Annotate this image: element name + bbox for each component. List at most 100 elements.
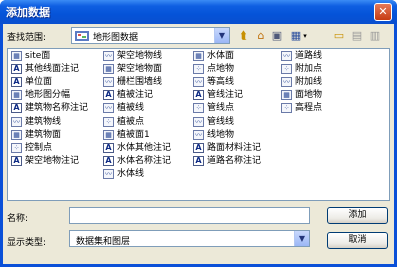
file-list-item[interactable]: A 其他线面注记 xyxy=(11,64,106,76)
database-folder-icon xyxy=(75,31,89,41)
file-list-item[interactable]: 〰架空地物线 xyxy=(103,51,198,63)
file-list-item[interactable]: A 路面材料注记 xyxy=(193,142,288,155)
file-list-item-label: 植被注记 xyxy=(117,90,154,101)
file-list-item-label: 架空地物线 xyxy=(117,51,163,61)
file-list-item[interactable]: 〰附加线 xyxy=(281,77,376,89)
polyline-layer-icon: 〰 xyxy=(103,77,114,88)
file-list-item-label: 等高线 xyxy=(207,77,235,88)
file-list-item[interactable]: A 架空地物注记 xyxy=(11,155,106,168)
file-list-item-label: 管线注记 xyxy=(207,90,244,101)
file-list-item[interactable]: 〰植被线 xyxy=(103,103,198,115)
file-list-item[interactable]: ⁘ 高程点 xyxy=(281,103,376,115)
file-list-item[interactable]: ▦ site面 xyxy=(11,51,106,63)
name-input[interactable] xyxy=(69,207,310,224)
annotation-layer-icon: A xyxy=(193,90,204,101)
file-list-item[interactable]: A 水体其他注记 xyxy=(103,142,198,155)
add-data-dialog: 添加数据 ✕ 查找范围: 地形图数据 ▼ ⮬ ⌂ ▣ ▦ ▾ ▭ ▤ ▥ ▦ si… xyxy=(0,0,397,267)
file-list-item-label: 建筑物线 xyxy=(25,116,62,127)
annotation-layer-icon: A xyxy=(103,155,114,166)
file-list-item-label: 其他线面注记 xyxy=(25,64,80,75)
file-list-item-label: 植被线 xyxy=(117,103,145,114)
home-icon[interactable]: ⌂ xyxy=(253,29,269,43)
close-button[interactable]: ✕ xyxy=(374,3,392,21)
file-list-item-label: 管线线 xyxy=(207,116,235,127)
polyline-layer-icon: 〰 xyxy=(193,116,204,127)
annotation-layer-icon: A xyxy=(193,155,204,166)
file-list-item[interactable]: 〰线地物 xyxy=(193,129,288,142)
point-layer-icon: ⁘ xyxy=(193,64,204,75)
file-list-item-label: 架空地物注记 xyxy=(25,155,80,166)
file-list-item[interactable]: ⁘ 植被点 xyxy=(103,116,198,129)
view-menu-chevron-icon[interactable]: ▾ xyxy=(301,29,309,43)
connect-folder-icon[interactable]: ▣ xyxy=(269,29,285,43)
name-label: 名称: xyxy=(7,214,29,224)
title-bar[interactable]: 添加数据 ✕ xyxy=(0,0,397,24)
file-list-item[interactable]: ⁘ 点地物 xyxy=(193,64,288,76)
file-list-item[interactable]: 〰水体线 xyxy=(103,168,198,181)
file-list-item[interactable]: ⁘ 管线点 xyxy=(193,103,288,115)
type-value: 数据集和图层 xyxy=(76,237,131,247)
point-layer-icon: ⁘ xyxy=(193,103,204,114)
add-button[interactable]: 添加 xyxy=(327,207,388,224)
cancel-button[interactable]: 取消 xyxy=(327,232,388,249)
file-list-item[interactable]: 〰管线线 xyxy=(193,116,288,129)
annotation-layer-icon: A xyxy=(103,142,114,153)
file-list-item-label: 水体名称注记 xyxy=(117,155,172,166)
polygon-layer-icon: ▦ xyxy=(103,64,114,75)
file-list-item[interactable]: A 管线注记 xyxy=(193,90,288,102)
properties-icon[interactable]: ▥ xyxy=(367,29,383,43)
annotation-layer-icon: A xyxy=(11,64,22,75)
chevron-down-icon[interactable]: ▼ xyxy=(214,28,229,43)
file-list-item[interactable]: A 水体名称注记 xyxy=(103,155,198,168)
file-list-item[interactable]: ▦ 面地物 xyxy=(281,90,376,102)
file-list-item[interactable]: ▦ 水体面 xyxy=(193,51,288,63)
annotation-layer-icon: A xyxy=(11,155,22,166)
file-list-item[interactable]: 〰建筑物线 xyxy=(11,116,106,129)
file-list-item-label: 地形图分幅 xyxy=(25,90,71,101)
file-list[interactable]: ▦ site面 A 其他线面注记 A 单位面 ▦ 地形图分幅 A 建筑物名称注记〰建筑物线 ▦ 建筑物… xyxy=(7,48,390,201)
file-list-item[interactable]: ▦ 架空地物面 xyxy=(103,64,198,76)
file-list-item-label: 植被点 xyxy=(117,116,145,127)
file-list-item[interactable]: ⁘ 附加点 xyxy=(281,64,376,76)
look-in-combo[interactable]: 地形图数据 ▼ xyxy=(71,27,230,44)
file-list-item-label: 线地物 xyxy=(207,129,235,140)
type-select[interactable]: 数据集和图层 ▼ xyxy=(69,230,310,247)
polyline-layer-icon: 〰 xyxy=(103,103,114,114)
catalog-icon[interactable]: ▤ xyxy=(349,29,365,43)
file-list-item[interactable]: ⁘ 控制点 xyxy=(11,142,106,155)
polygon-layer-icon: ▦ xyxy=(103,129,114,140)
file-list-item-label: 附加点 xyxy=(295,64,323,75)
point-layer-icon: ⁘ xyxy=(281,103,292,114)
polygon-layer-icon: ▦ xyxy=(11,129,22,140)
annotation-layer-icon: A xyxy=(11,103,22,114)
point-layer-icon: ⁘ xyxy=(11,142,22,153)
file-list-item-label: 管线点 xyxy=(207,103,235,114)
polygon-layer-icon: ▦ xyxy=(281,90,292,101)
file-list-item-label: 建筑物面 xyxy=(25,129,62,140)
file-list-item[interactable]: ▦ 地形图分幅 xyxy=(11,90,106,102)
file-list-item-label: 架空地物面 xyxy=(117,64,163,75)
file-list-item[interactable]: ▦ 建筑物面 xyxy=(11,129,106,142)
file-list-item[interactable]: 〰等高线 xyxy=(193,77,288,89)
file-list-item-label: 点地物 xyxy=(207,64,235,75)
annotation-layer-icon: A xyxy=(11,77,22,88)
file-list-item-label: 附加线 xyxy=(295,77,323,88)
file-list-item[interactable]: 〰栅栏围墙线 xyxy=(103,77,198,89)
file-list-item[interactable]: A 道路名称注记 xyxy=(193,155,288,168)
file-list-item-label: 单位面 xyxy=(25,77,53,88)
file-list-item[interactable]: A 建筑物名称注记 xyxy=(11,103,106,115)
look-in-value: 地形图数据 xyxy=(93,33,139,43)
polyline-layer-icon: 〰 xyxy=(103,168,114,179)
file-list-item[interactable]: 〰道路线 xyxy=(281,51,376,63)
file-list-item[interactable]: A 植被注记 xyxy=(103,90,198,102)
file-list-item[interactable]: ▦ 植被面1 xyxy=(103,129,198,142)
file-list-item-label: 水体其他注记 xyxy=(117,142,172,153)
chevron-down-icon[interactable]: ▼ xyxy=(294,231,309,246)
up-folder-icon[interactable]: ⮬ xyxy=(236,29,252,43)
new-folder-icon[interactable]: ▭ xyxy=(331,29,347,43)
file-list-item-label: 路面材料注记 xyxy=(207,142,262,153)
look-in-label: 查找范围: xyxy=(7,33,47,43)
polyline-layer-icon: 〰 xyxy=(11,116,22,127)
file-list-item[interactable]: A 单位面 xyxy=(11,77,106,89)
file-list-item-label: 面地物 xyxy=(295,90,323,101)
